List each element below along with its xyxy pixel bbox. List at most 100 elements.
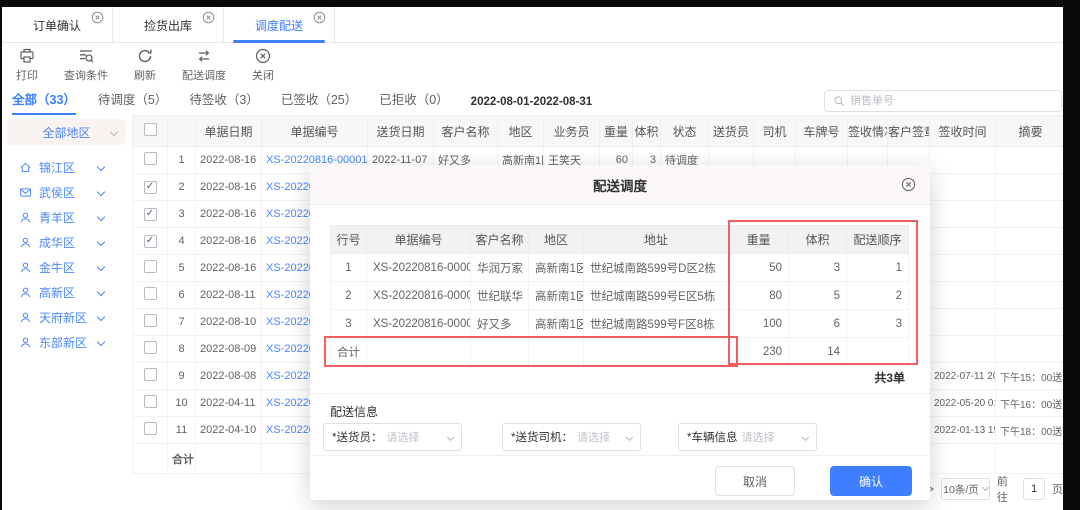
region-sidebar: 全部地区 锦江区 武侯区 青羊区 成华区 — [2, 115, 132, 510]
date-range-label: 2022-08-01-2022-08-31 — [471, 96, 592, 108]
sidebar-item-dongbu[interactable]: 东部新区 — [2, 330, 132, 355]
row-checkbox[interactable] — [144, 368, 157, 381]
sidebar-item-jinniu[interactable]: 金牛区 — [2, 255, 132, 280]
row-checkbox[interactable] — [144, 260, 157, 273]
sidebar-item-wuhou[interactable]: 武侯区 — [2, 180, 132, 205]
cell: 2 — [168, 174, 196, 201]
col-sign-status: 签收情况 — [848, 116, 888, 147]
modal-footer: 取消 确认 — [310, 455, 930, 500]
tab-order-confirm[interactable]: 订单确认 — [2, 7, 113, 43]
cell: 高新南1区 — [529, 254, 584, 282]
sidebar-item-gaoxin[interactable]: 高新区 — [2, 280, 132, 305]
filter-tab-all[interactable]: 全部（33） — [12, 88, 76, 115]
row-checkbox[interactable]: ✓ — [144, 235, 157, 248]
cell — [930, 309, 996, 336]
select-label: *送货司机： — [511, 429, 573, 445]
print-button[interactable]: 打印 — [16, 48, 38, 83]
row-checkbox[interactable]: ✓ — [144, 181, 157, 194]
query-conditions-button[interactable]: 查询条件 — [64, 48, 108, 83]
table-header-row: 单据日期 单据编号 送货日期 客户名称 地区 业务员 重量 体积 状态 送货员 … — [133, 116, 1064, 147]
cell — [996, 228, 1064, 255]
cell: 世纪联华 — [471, 282, 529, 310]
cell: 2022-08-08 — [196, 363, 262, 390]
cell: 世纪城南路599号E区5栋 — [584, 282, 729, 310]
user-icon — [19, 286, 32, 299]
cell — [133, 417, 168, 444]
close-icon[interactable] — [313, 11, 326, 24]
cell — [529, 338, 584, 366]
select-placeholder: 请选择 — [741, 429, 799, 445]
cell: ✓ — [133, 201, 168, 228]
cell — [133, 309, 168, 336]
modal-close-icon[interactable] — [901, 177, 916, 192]
mcol-region: 地区 — [529, 226, 584, 254]
sidebar-item-label: 成华区 — [39, 234, 75, 251]
cell: 7 — [168, 309, 196, 336]
cell: 高新南1区 — [529, 310, 584, 338]
row-checkbox[interactable] — [144, 395, 157, 408]
col-doc-no: 单据编号 — [262, 116, 368, 147]
user-icon — [19, 261, 32, 274]
region-list: 锦江区 武侯区 青羊区 成华区 金牛区 — [2, 155, 132, 355]
chevron-down-icon[interactable] — [97, 338, 105, 346]
mcol-line: 行号 — [331, 226, 367, 254]
cell: 2022-05-20 01:09 — [930, 390, 996, 417]
cell — [133, 336, 168, 363]
cell: 5 — [168, 255, 196, 282]
close-icon[interactable] — [202, 11, 215, 24]
row-checkbox[interactable]: ✓ — [144, 208, 157, 221]
row-checkbox[interactable] — [144, 422, 157, 435]
row-checkbox[interactable] — [144, 152, 157, 165]
filter-tab-rejected[interactable]: 已拒收（0） — [379, 88, 448, 115]
chevron-down-icon[interactable] — [97, 238, 105, 246]
refresh-button[interactable]: 刷新 — [134, 48, 156, 83]
page-number-input[interactable] — [1023, 478, 1045, 500]
driver-select[interactable]: *送货司机： 请选择 — [502, 423, 641, 451]
filter-tab-pending-sign[interactable]: 待签收（3） — [189, 88, 258, 115]
close-tab-button[interactable]: 关闭 — [252, 48, 274, 83]
cell: 好又多 — [471, 310, 529, 338]
tool-label: 配送调度 — [182, 67, 226, 83]
cell — [930, 255, 996, 282]
sales-order-search[interactable] — [824, 90, 1062, 112]
cancel-button[interactable]: 取消 — [715, 466, 795, 496]
select-all-checkbox[interactable] — [144, 123, 157, 136]
search-input[interactable] — [850, 95, 1053, 107]
sidebar-item-qingyang[interactable]: 青羊区 — [2, 205, 132, 230]
cell: 4 — [168, 228, 196, 255]
page-size-select[interactable]: 10条/页 — [941, 478, 990, 500]
close-icon[interactable] — [91, 11, 104, 24]
chevron-down-icon[interactable] — [97, 213, 105, 221]
confirm-button[interactable]: 确认 — [830, 466, 912, 496]
transfer-arrows-icon — [196, 48, 212, 64]
sidebar-item-jinjiang[interactable]: 锦江区 — [2, 155, 132, 180]
chevron-down-icon[interactable] — [97, 163, 105, 171]
region-filter-select[interactable]: 全部地区 — [7, 119, 126, 145]
chevron-down-icon[interactable] — [97, 288, 105, 296]
cell: 2 — [331, 282, 367, 310]
filter-tab-signed[interactable]: 已签收（25） — [281, 88, 357, 115]
row-checkbox[interactable] — [144, 314, 157, 327]
col-plate: 车牌号 — [796, 116, 848, 147]
sidebar-item-chenghua[interactable]: 成华区 — [2, 230, 132, 255]
filter-tab-pending-dispatch[interactable]: 待调度（5） — [98, 88, 167, 115]
chevron-down-icon[interactable] — [97, 263, 105, 271]
sidebar-item-tianfu[interactable]: 天府新区 — [2, 305, 132, 330]
mcol-customer: 客户名称 — [471, 226, 529, 254]
tab-pick-outbound[interactable]: 捡货出库 — [113, 7, 224, 43]
tab-label: 捡货出库 — [144, 17, 192, 34]
chevron-down-icon[interactable] — [97, 188, 105, 196]
row-checkbox[interactable] — [144, 287, 157, 300]
tab-dispatch-delivery[interactable]: 调度配送 — [224, 7, 335, 43]
deliverer-select[interactable]: *送货员： 请选择 — [323, 423, 462, 451]
chevron-down-icon[interactable] — [97, 313, 105, 321]
dispatch-button[interactable]: 配送调度 — [182, 48, 226, 83]
page-size-label: 10条/页 — [943, 482, 979, 497]
vehicle-select[interactable]: *车辆信息 请选择 — [678, 423, 817, 451]
col-doc-date: 单据日期 — [196, 116, 262, 147]
row-checkbox[interactable] — [144, 341, 157, 354]
window-tab-bar: 订单确认 捡货出库 调度配送 — [2, 7, 1063, 43]
cell: 2022-08-16 — [196, 228, 262, 255]
cell — [930, 201, 996, 228]
dispatch-orders-table: 行号 单据编号 客户名称 地区 地址 重量 体积 配送顺序 1 XS-20220… — [330, 225, 909, 366]
